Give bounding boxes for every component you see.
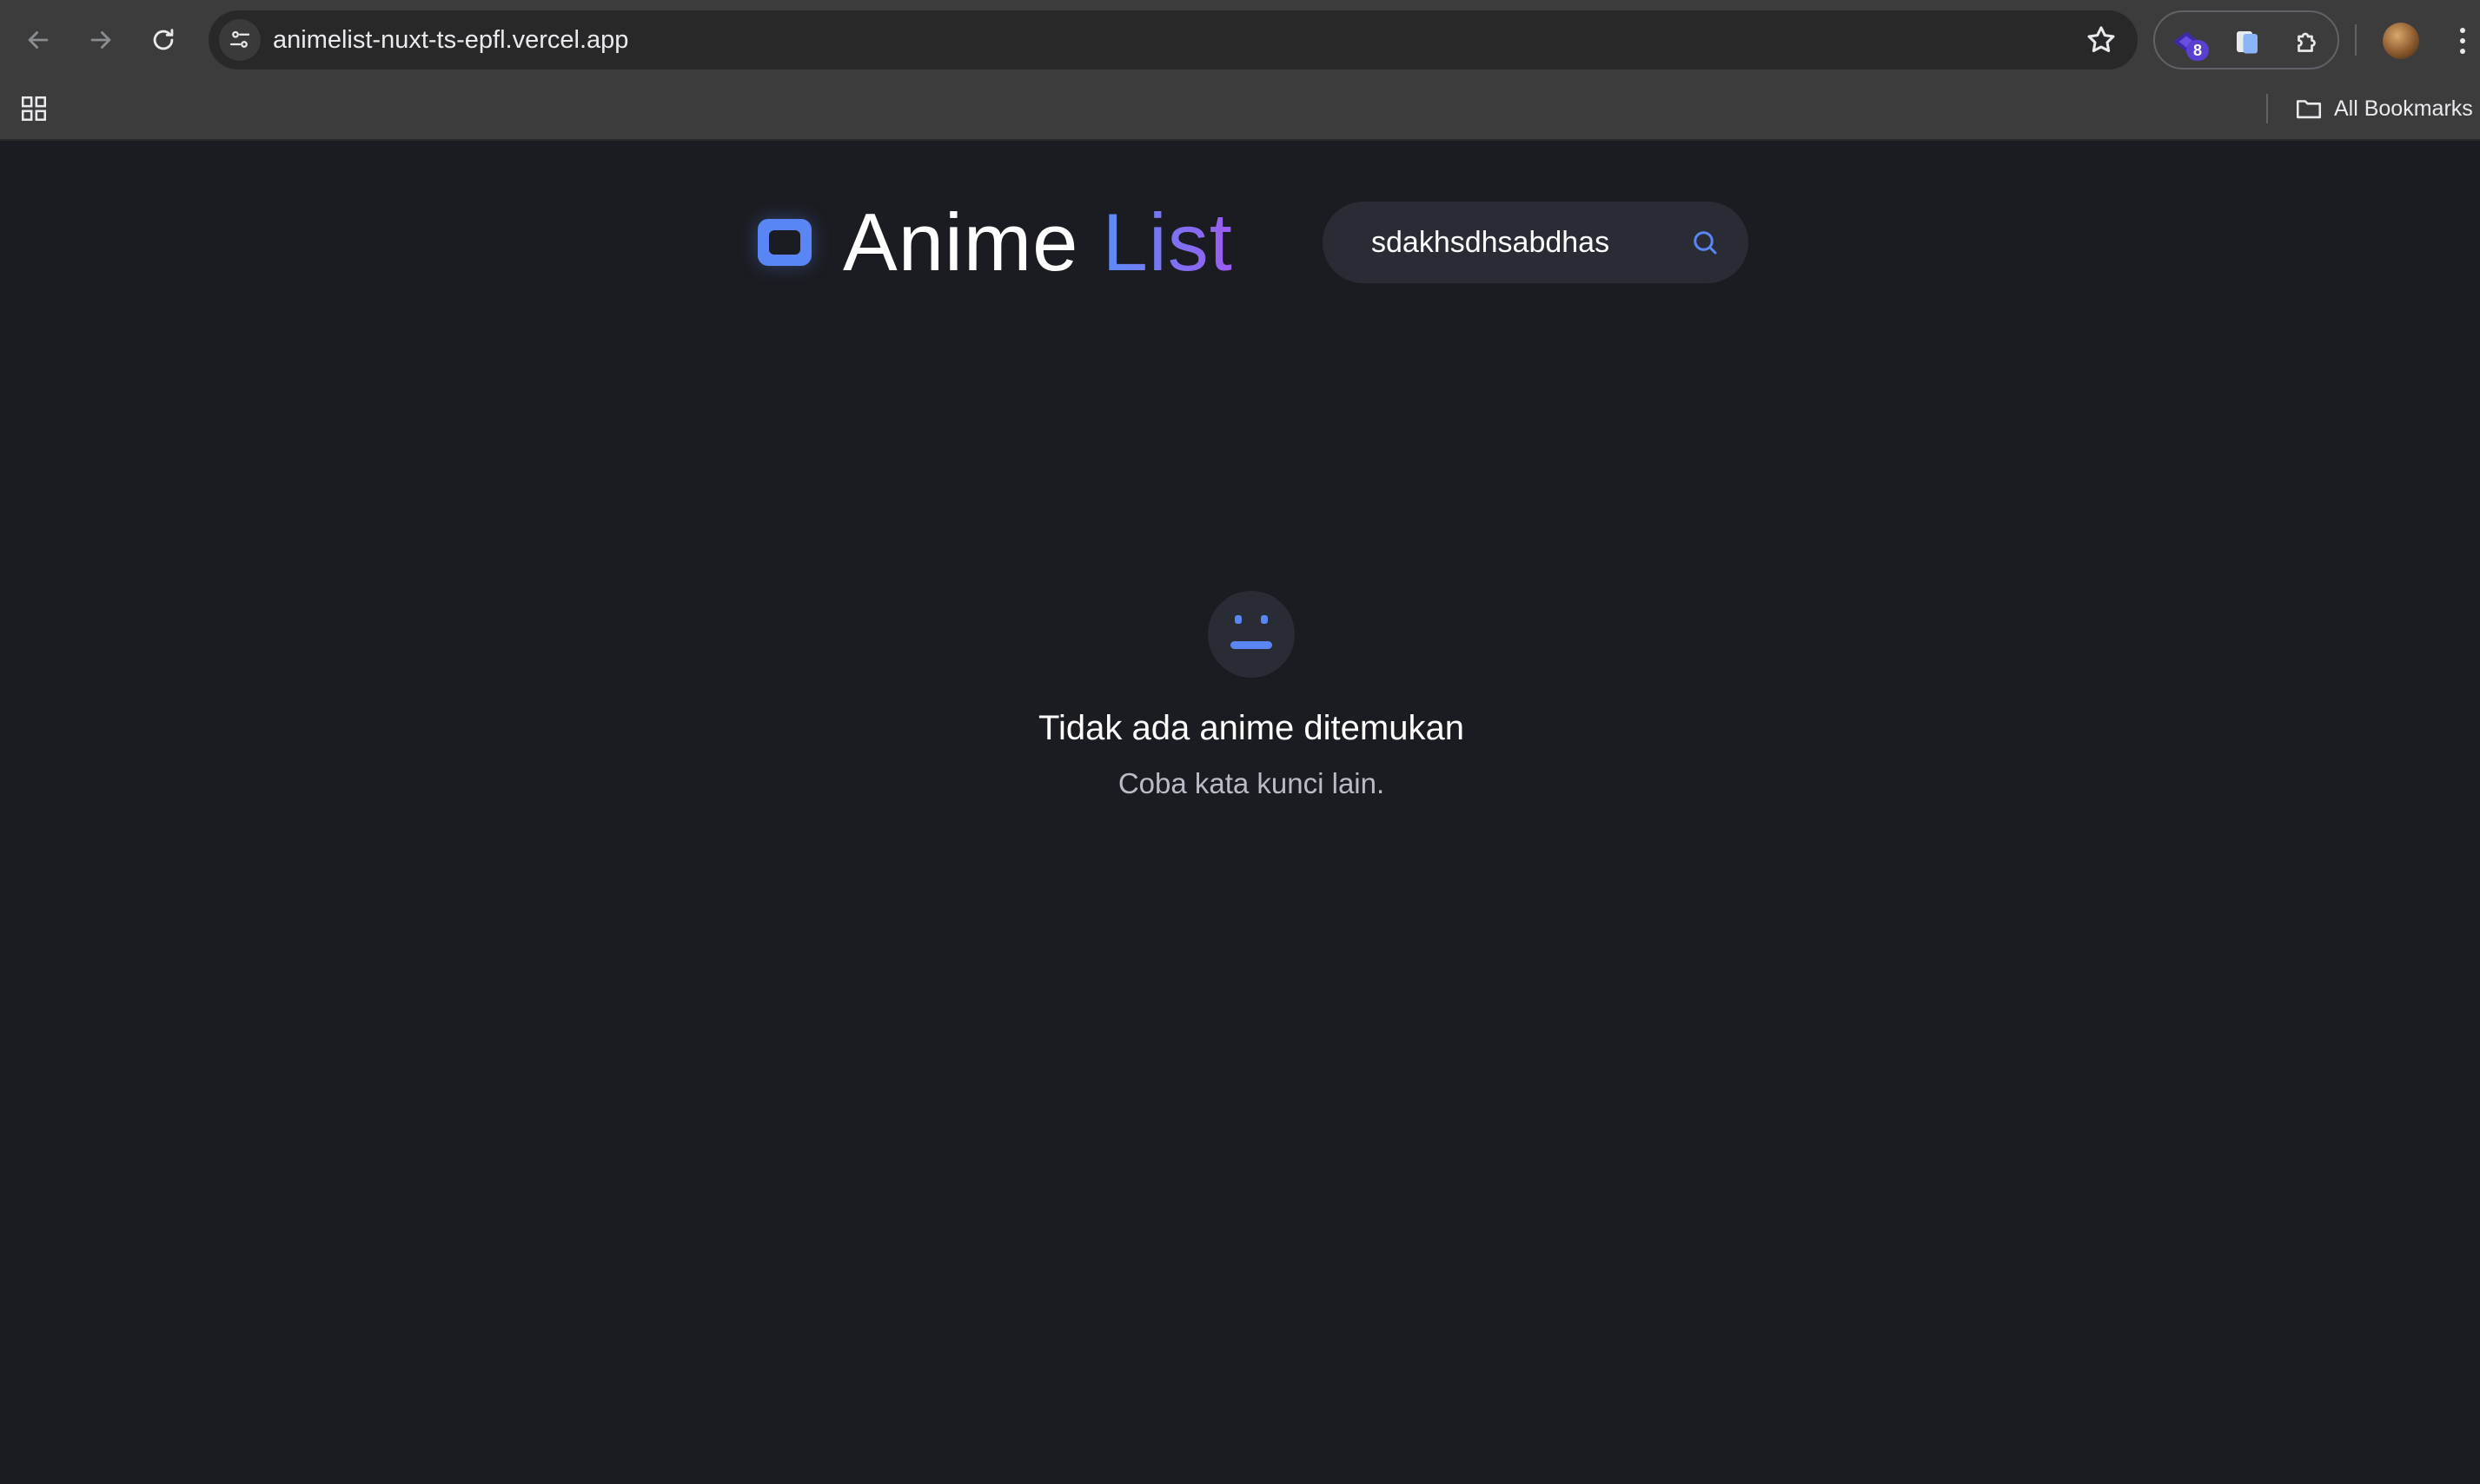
extension-badge: 8 xyxy=(2186,40,2209,61)
all-bookmarks-button[interactable]: All Bookmarks xyxy=(2294,78,2473,139)
menu-dot xyxy=(2460,28,2465,33)
menu-dot xyxy=(2460,49,2465,54)
site-title[interactable]: Anime List xyxy=(843,195,1233,290)
browser-toolbar: animelist-nuxt-ts-epfl.vercel.app 8 xyxy=(0,9,2480,71)
search-button[interactable] xyxy=(1688,225,1722,260)
reading-list-button[interactable] xyxy=(2228,23,2266,61)
site-title-word-anime: Anime xyxy=(843,196,1079,288)
search-bar xyxy=(1323,202,1748,283)
empty-state-subtitle: Coba kata kunci lain. xyxy=(1117,767,1385,799)
extensions-menu-button[interactable] xyxy=(2289,23,2327,61)
extension-button[interactable]: 8 xyxy=(2167,23,2209,61)
puzzle-icon xyxy=(2298,32,2316,52)
forward-button[interactable] xyxy=(80,19,122,61)
reload-button[interactable] xyxy=(143,19,184,61)
search-input[interactable] xyxy=(1369,202,1665,283)
bookmarks-bar: All Bookmarks xyxy=(0,78,2480,139)
tune-icon xyxy=(229,30,250,48)
face-mouth xyxy=(1230,641,1272,649)
site-title-word-list: List xyxy=(1102,196,1233,288)
empty-state-title: Tidak ada anime ditemukan xyxy=(1038,709,1464,747)
arrow-left-icon xyxy=(28,31,49,49)
bookmarks-divider xyxy=(2266,94,2268,123)
neutral-face-icon xyxy=(1208,591,1295,678)
menu-dot xyxy=(2460,38,2465,43)
toolbar-divider xyxy=(2355,24,2357,56)
star-icon[interactable] xyxy=(2084,23,2119,57)
url-text[interactable]: animelist-nuxt-ts-epfl.vercel.app xyxy=(273,10,628,70)
face-eye xyxy=(1235,615,1242,624)
browser-menu-button[interactable] xyxy=(2452,21,2473,61)
folder-icon xyxy=(2296,100,2322,119)
face-eye xyxy=(1261,615,1268,624)
profile-avatar[interactable] xyxy=(2383,23,2419,59)
side-panel-icon xyxy=(2237,31,2258,54)
arrow-right-icon xyxy=(90,31,111,49)
page-content: Anime List Tidak ada anime ditemukan Cob… xyxy=(0,141,2480,1484)
search-icon xyxy=(1694,231,1717,255)
logo-icon xyxy=(758,219,812,266)
browser-chrome: animelist-nuxt-ts-epfl.vercel.app 8 All … xyxy=(0,0,2480,141)
all-bookmarks-label: All Bookmarks xyxy=(2334,96,2473,121)
site-info-button[interactable] xyxy=(219,19,261,61)
back-button[interactable] xyxy=(17,19,59,61)
address-bar[interactable]: animelist-nuxt-ts-epfl.vercel.app xyxy=(209,10,2138,70)
apps-grid-icon[interactable] xyxy=(19,94,49,123)
extensions-group: 8 xyxy=(2153,10,2339,70)
reload-icon xyxy=(153,29,174,50)
